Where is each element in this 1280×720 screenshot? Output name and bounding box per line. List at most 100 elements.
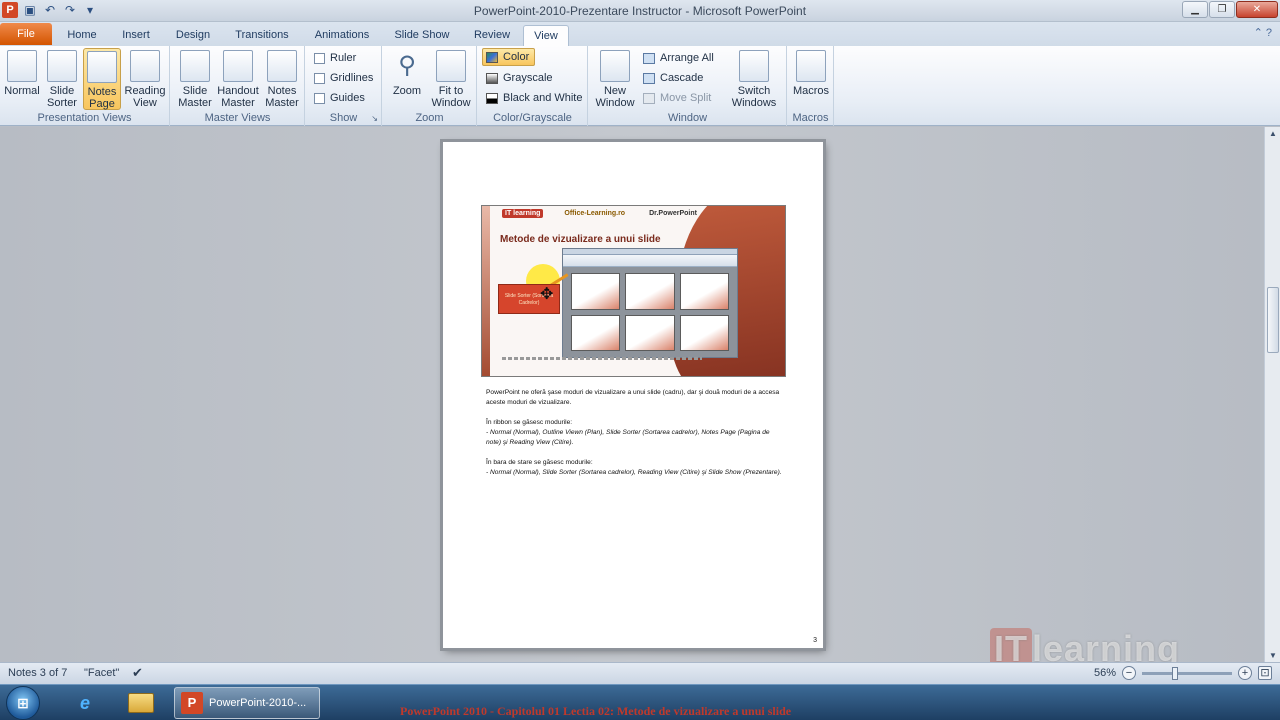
move-split-button[interactable]: Move Split bbox=[643, 89, 711, 107]
tab-file[interactable]: File bbox=[0, 23, 52, 45]
file-explorer-icon[interactable] bbox=[118, 688, 164, 718]
page-number: 3 bbox=[813, 637, 817, 644]
dialog-launcher-icon[interactable]: ↘ bbox=[371, 114, 378, 123]
cascade-button[interactable]: Cascade bbox=[643, 69, 703, 87]
slide-sorter-button[interactable]: Slide Sorter bbox=[43, 48, 81, 110]
zoom-slider[interactable] bbox=[1142, 666, 1232, 680]
scroll-thumb[interactable] bbox=[1267, 287, 1279, 353]
taskbar-window-label: PowerPoint-2010-... bbox=[209, 697, 307, 709]
new-window-button[interactable]: New Window bbox=[593, 48, 637, 110]
notes-ribbon-list: - Normal (Normal), Outline Viewn (Plan),… bbox=[486, 429, 770, 446]
slide-sorter-screenshot bbox=[562, 248, 738, 358]
reading-view-label: Reading View bbox=[124, 85, 166, 109]
normal-view-button[interactable]: Normal bbox=[3, 48, 41, 110]
macros-label: Macros bbox=[792, 85, 830, 97]
theme-name[interactable]: "Facet" bbox=[84, 667, 119, 679]
group-label-color-grayscale: Color/Grayscale bbox=[493, 112, 572, 124]
fit-to-window-button[interactable]: Fit to Window bbox=[428, 48, 474, 110]
ruler-check-icon bbox=[314, 52, 325, 64]
grayscale-button[interactable]: Grayscale bbox=[486, 69, 553, 87]
minimize-button[interactable]: ▁ bbox=[1182, 1, 1208, 18]
notes-text[interactable]: PowerPoint ne oferă şase moduri de vizua… bbox=[486, 388, 786, 488]
gridlines-label: Gridlines bbox=[330, 72, 374, 84]
macros-button[interactable]: Macros bbox=[792, 48, 830, 110]
scroll-up-icon[interactable]: ▲ bbox=[1267, 129, 1279, 138]
zoom-out-icon[interactable]: − bbox=[1122, 666, 1136, 680]
guides-label: Guides bbox=[330, 92, 365, 104]
notes-ribbon-intro: În ribbon se găsesc modurile: bbox=[486, 419, 573, 426]
tab-animations[interactable]: Animations bbox=[306, 25, 378, 46]
black-white-swatch-icon bbox=[486, 92, 498, 104]
switch-windows-label: Switch Windows bbox=[731, 85, 777, 109]
group-window: New Window Arrange All Cascade Move Spli… bbox=[589, 46, 787, 126]
start-button[interactable]: ⊞ bbox=[6, 686, 40, 720]
taskbar-powerpoint-window[interactable]: P PowerPoint-2010-... bbox=[174, 687, 320, 719]
zoom-button[interactable]: ⚲ Zoom bbox=[388, 48, 426, 110]
tab-insert[interactable]: Insert bbox=[112, 25, 160, 46]
arrange-all-button[interactable]: Arrange All bbox=[643, 49, 714, 67]
thumb-cell bbox=[679, 273, 729, 310]
zoom-slider-knob[interactable] bbox=[1172, 666, 1178, 680]
gridlines-checkbox[interactable]: Gridlines bbox=[314, 69, 373, 87]
group-color-grayscale: Color Grayscale Black and White Color/Gr… bbox=[478, 46, 588, 126]
fit-slide-icon[interactable]: ⊡ bbox=[1258, 666, 1272, 680]
group-label-window: Window bbox=[667, 112, 708, 124]
guides-check-icon bbox=[314, 92, 325, 104]
slide-left-bar bbox=[482, 206, 490, 376]
move-split-label: Move Split bbox=[660, 92, 712, 104]
status-bar: Notes 3 of 7 "Facet" ✔ 56% − + ⊡ bbox=[0, 662, 1280, 684]
tab-review[interactable]: Review bbox=[466, 25, 518, 46]
move-split-icon bbox=[643, 92, 655, 104]
help-icon[interactable]: ⌃ ? bbox=[1254, 26, 1272, 39]
zoom-controls: 56% − + ⊡ bbox=[1094, 666, 1272, 680]
notes-page-button[interactable]: Notes Page bbox=[83, 48, 121, 110]
notes-statusbar-intro: În bara de stare se găsesc modurile: bbox=[486, 459, 593, 466]
group-master-views: Slide Master Handout Master Notes Master… bbox=[171, 46, 305, 126]
group-macros: Macros Macros bbox=[788, 46, 834, 126]
tab-slide-show[interactable]: Slide Show bbox=[388, 25, 456, 46]
new-window-icon bbox=[600, 50, 630, 82]
grayscale-label: Grayscale bbox=[503, 72, 553, 84]
notes-page: IT learning Office-Learning.ro Dr.PowerP… bbox=[443, 142, 823, 648]
thumb-cell bbox=[679, 314, 729, 351]
vertical-scrollbar[interactable]: ▲ ▼ bbox=[1264, 127, 1280, 662]
group-show: Ruler Gridlines Guides Show ↘ bbox=[306, 46, 382, 126]
title-bar: P ▣ ↶ ↷ ▾ PowerPoint-2010-Prezentare Ins… bbox=[0, 0, 1280, 22]
switch-windows-button[interactable]: Switch Windows bbox=[725, 48, 783, 110]
zoom-in-icon[interactable]: + bbox=[1238, 666, 1252, 680]
reading-view-button[interactable]: Reading View bbox=[123, 48, 167, 110]
ruler-checkbox[interactable]: Ruler bbox=[314, 49, 356, 67]
restore-button[interactable]: ❐ bbox=[1209, 1, 1235, 18]
scroll-down-icon[interactable]: ▼ bbox=[1267, 651, 1279, 660]
notes-master-button[interactable]: Notes Master bbox=[261, 48, 303, 110]
slide-logos: IT learning Office-Learning.ro Dr.PowerP… bbox=[502, 209, 700, 218]
notes-paragraph-1: PowerPoint ne oferă şase moduri de vizua… bbox=[486, 389, 780, 406]
close-button[interactable]: ✕ bbox=[1236, 1, 1278, 18]
gridlines-check-icon bbox=[314, 72, 325, 84]
tab-transitions[interactable]: Transitions bbox=[228, 25, 296, 46]
tab-home[interactable]: Home bbox=[58, 25, 106, 46]
switch-windows-icon bbox=[739, 50, 769, 82]
black-white-button[interactable]: Black and White bbox=[486, 89, 582, 107]
spellcheck-icon[interactable]: ✔ bbox=[132, 665, 143, 681]
group-zoom: ⚲ Zoom Fit to Window Zoom bbox=[383, 46, 477, 126]
internet-explorer-icon[interactable]: e bbox=[62, 688, 108, 718]
slide-master-button[interactable]: Slide Master bbox=[175, 48, 215, 110]
powerpoint-taskbar-icon: P bbox=[181, 692, 203, 714]
notes-paragraph-2: În ribbon se găsesc modurile: - Normal (… bbox=[486, 418, 786, 448]
handout-master-button[interactable]: Handout Master bbox=[217, 48, 259, 110]
zoom-label: Zoom bbox=[392, 85, 422, 97]
slide-thumbnail[interactable]: IT learning Office-Learning.ro Dr.PowerP… bbox=[481, 205, 786, 377]
slide-master-icon bbox=[180, 50, 210, 82]
group-label-macros: Macros bbox=[792, 112, 829, 124]
office-learning-logo: Office-Learning.ro bbox=[564, 210, 626, 217]
handout-master-icon bbox=[223, 50, 253, 82]
color-button[interactable]: Color bbox=[482, 48, 536, 66]
zoom-percent[interactable]: 56% bbox=[1094, 667, 1116, 679]
guides-checkbox[interactable]: Guides bbox=[314, 89, 365, 107]
tab-view[interactable]: View bbox=[523, 25, 569, 46]
notes-page-label: Notes Page bbox=[87, 86, 117, 110]
notes-paragraph-3: În bara de stare se găsesc modurile: - N… bbox=[486, 458, 786, 478]
macros-icon bbox=[796, 50, 826, 82]
tab-design[interactable]: Design bbox=[168, 25, 218, 46]
